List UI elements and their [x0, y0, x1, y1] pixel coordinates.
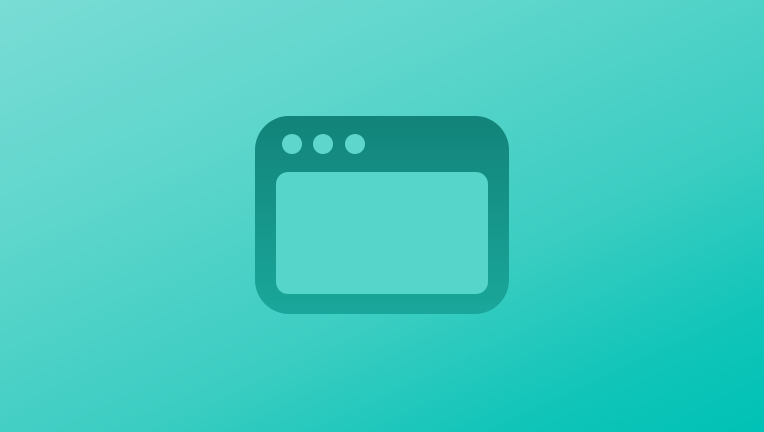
placeholder-canvas [0, 0, 764, 432]
browser-window-icon [255, 116, 509, 314]
window-dot [282, 134, 302, 154]
window-dot [313, 134, 333, 154]
window-dot [345, 134, 365, 154]
browser-window-icon-graphic [255, 116, 509, 314]
browser-content-area [276, 172, 488, 294]
